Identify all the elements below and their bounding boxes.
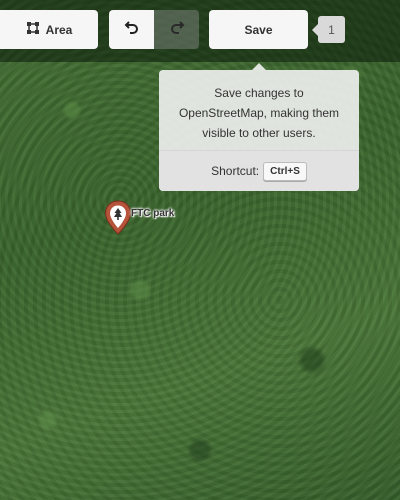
edit-count-value: 1 — [328, 22, 335, 37]
area-icon — [26, 21, 40, 38]
tooltip-description: Save changes to OpenStreetMap, making th… — [178, 86, 340, 140]
area-button-label: Area — [45, 22, 73, 37]
save-tooltip: Save changes to OpenStreetMap, making th… — [159, 63, 359, 191]
poi-label: FTC park — [131, 208, 175, 219]
undo-icon — [124, 19, 140, 40]
undo-redo-group — [109, 10, 199, 49]
add-area-button[interactable]: Area — [0, 10, 98, 49]
shortcut-label: Shortcut: — [211, 164, 260, 178]
save-button[interactable]: Save — [209, 10, 308, 49]
undo-button[interactable] — [109, 10, 154, 49]
save-button-label: Save — [244, 22, 273, 37]
tooltip-shortcut: Shortcut: Ctrl+S — [159, 150, 359, 191]
poi-pin[interactable] — [104, 200, 132, 236]
redo-icon — [169, 19, 185, 40]
edit-count-badge: 1 — [312, 16, 345, 43]
shortcut-key: Ctrl+S — [263, 161, 307, 181]
redo-button[interactable] — [154, 10, 199, 49]
